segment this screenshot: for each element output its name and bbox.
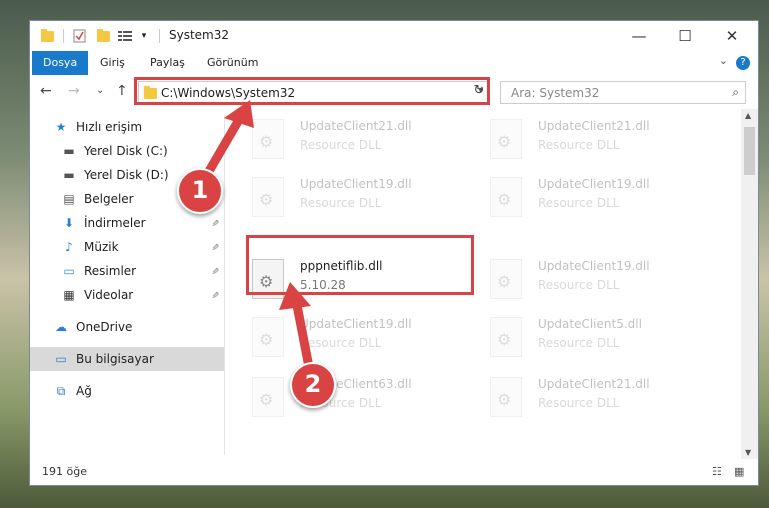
step-2-badge: 2 <box>290 362 336 408</box>
annotation-arrows <box>200 100 313 367</box>
step-1-badge: 1 <box>177 168 223 214</box>
